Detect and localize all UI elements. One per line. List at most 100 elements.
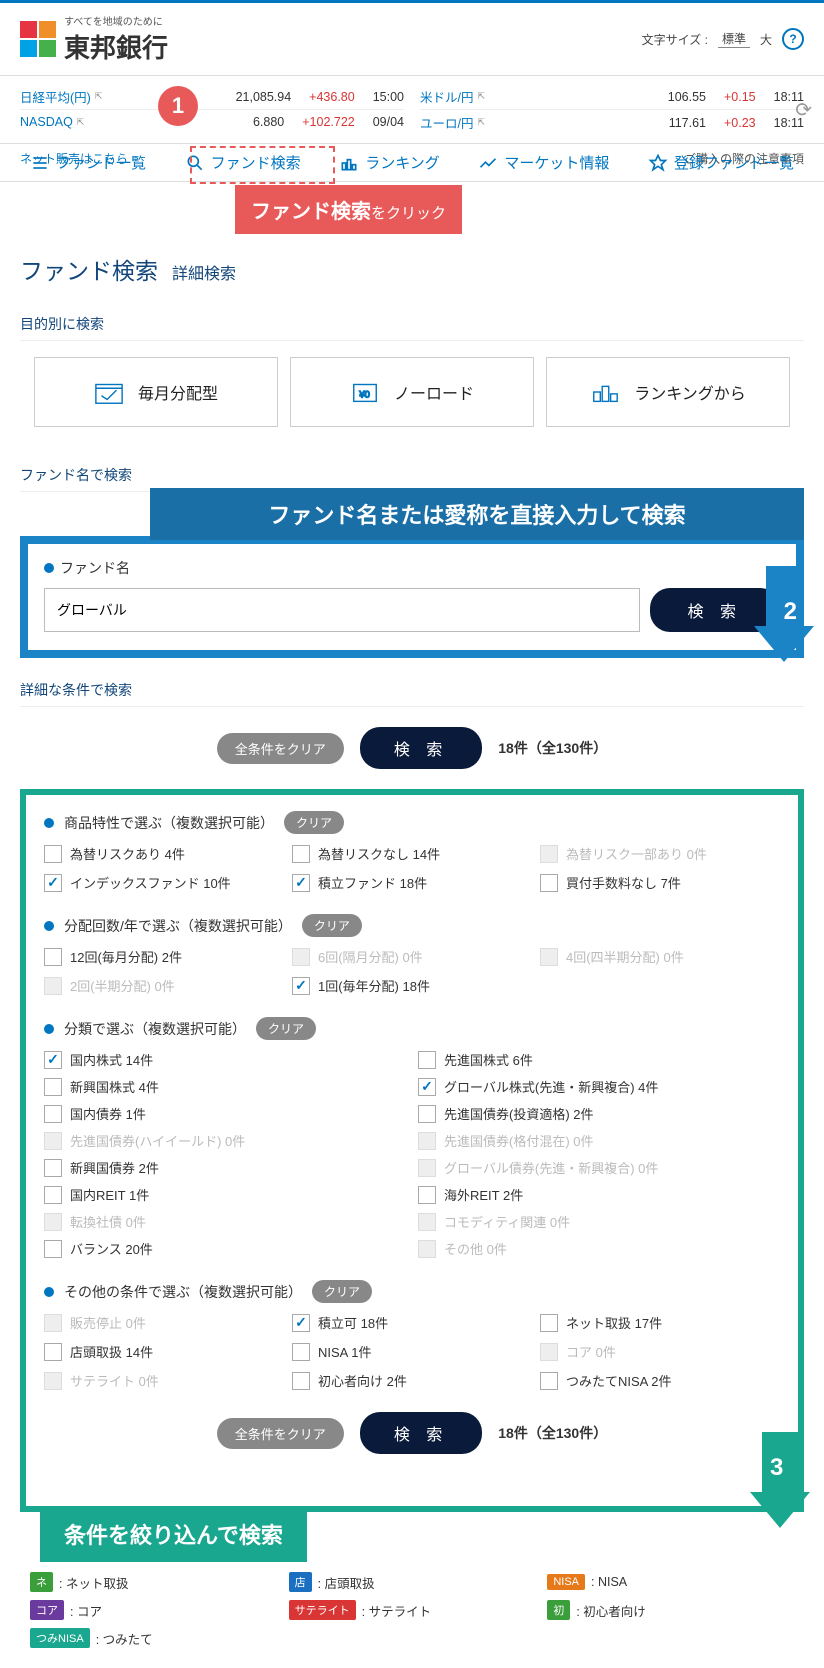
filter-option-label: 初心者向け 2件 bbox=[318, 1371, 407, 1390]
svg-text:¥0: ¥0 bbox=[358, 390, 369, 400]
external-link-icon: ⇱ bbox=[477, 117, 485, 128]
filter-option-label: つみたてNISA 2件 bbox=[566, 1371, 671, 1390]
filter-option[interactable]: 積立ファンド 18件 bbox=[292, 873, 532, 892]
checkbox-icon[interactable] bbox=[292, 1314, 310, 1332]
checkbox-icon[interactable] bbox=[418, 1051, 436, 1069]
checkbox-icon[interactable] bbox=[292, 1372, 310, 1390]
checkbox-icon bbox=[418, 1240, 436, 1258]
checkbox-icon bbox=[418, 1132, 436, 1150]
search-bottom[interactable]: 検 索 bbox=[360, 1412, 482, 1454]
search-top[interactable]: 検 索 bbox=[360, 727, 482, 769]
checkbox-icon[interactable] bbox=[540, 874, 558, 892]
checkbox-icon[interactable] bbox=[44, 948, 62, 966]
checkbox-icon[interactable] bbox=[44, 1051, 62, 1069]
filter-option-label: 先進国株式 6件 bbox=[444, 1050, 533, 1069]
filter-option[interactable]: 海外REIT 2件 bbox=[418, 1185, 780, 1204]
filter-option[interactable]: ネット取扱 17件 bbox=[540, 1313, 780, 1332]
filter-option[interactable]: 先進国株式 6件 bbox=[418, 1050, 780, 1069]
market-ticker: 日経平均(円) ⇱ 21,085.94+436.8015:00 NASDAQ ⇱… bbox=[0, 75, 824, 144]
filter-option[interactable]: 新興国債券 2件 bbox=[44, 1158, 406, 1177]
legend-tag: コア bbox=[30, 1600, 64, 1620]
checkbox-icon[interactable] bbox=[540, 1314, 558, 1332]
checkbox-icon bbox=[44, 1314, 62, 1332]
checkbox-icon[interactable] bbox=[44, 1343, 62, 1361]
checkbox-icon[interactable] bbox=[418, 1186, 436, 1204]
filter-option-label: 転換社債 0件 bbox=[70, 1212, 146, 1231]
checkbox-icon[interactable] bbox=[44, 845, 62, 863]
checkbox-icon[interactable] bbox=[418, 1078, 436, 1096]
filter-option[interactable]: 初心者向け 2件 bbox=[292, 1371, 532, 1390]
filter-option-label: 4回(四半期分配) 0件 bbox=[566, 947, 684, 966]
filter-option[interactable]: NISA 1件 bbox=[292, 1342, 532, 1361]
filter-option[interactable]: つみたてNISA 2件 bbox=[540, 1371, 780, 1390]
market-name[interactable]: 米ドル/円 ⇱ bbox=[420, 87, 485, 106]
checkbox-icon[interactable] bbox=[44, 1078, 62, 1096]
checkbox-icon[interactable] bbox=[44, 1186, 62, 1204]
filter-option[interactable]: 1回(毎年分配) 18件 bbox=[292, 976, 532, 995]
external-link-icon: ⇱ bbox=[477, 91, 485, 102]
filter-option[interactable]: 積立可 18件 bbox=[292, 1313, 532, 1332]
filter-option-label: 先進国債券(投資適格) 2件 bbox=[444, 1104, 594, 1123]
checkbox-icon[interactable] bbox=[292, 977, 310, 995]
legend-item: 初: 初心者向け bbox=[547, 1600, 794, 1620]
filter-option-label: 国内REIT 1件 bbox=[70, 1185, 149, 1204]
text-size-label: 文字サイズ : bbox=[642, 31, 708, 48]
filter-option-label: 先進国債券(格付混在) 0件 bbox=[444, 1131, 594, 1150]
checkbox-icon[interactable] bbox=[540, 1372, 558, 1390]
text-size-large[interactable]: 大 bbox=[760, 31, 772, 48]
market-name[interactable]: 日経平均(円) ⇱ bbox=[20, 87, 102, 106]
market-name[interactable]: NASDAQ ⇱ bbox=[20, 115, 84, 129]
filter-option[interactable]: 店頭取扱 14件 bbox=[44, 1342, 284, 1361]
checkbox-icon bbox=[418, 1159, 436, 1177]
checkbox-icon[interactable] bbox=[418, 1105, 436, 1123]
nav-registered-funds[interactable]: 登録ファンド一覧 bbox=[648, 152, 794, 173]
bank-tagline: すべてを地域のために bbox=[64, 13, 168, 28]
nav-fund-list[interactable]: ファンド一覧 bbox=[30, 152, 146, 173]
annotation-callout-3: 条件を絞り込んで検索 bbox=[40, 1506, 307, 1562]
market-time: 09/04 bbox=[373, 115, 404, 129]
checkbox-icon[interactable] bbox=[292, 1343, 310, 1361]
filter-option[interactable]: 新興国株式 4件 bbox=[44, 1077, 406, 1096]
market-name[interactable]: ユーロ/円 ⇱ bbox=[420, 113, 485, 132]
fundname-input[interactable] bbox=[44, 588, 640, 632]
filter-option[interactable]: 国内REIT 1件 bbox=[44, 1185, 406, 1204]
refresh-icon[interactable]: ⟳ bbox=[795, 97, 812, 122]
filter-option[interactable]: 国内株式 14件 bbox=[44, 1050, 406, 1069]
filter-clear-button[interactable]: クリア bbox=[302, 914, 362, 937]
filter-option[interactable]: バランス 20件 bbox=[44, 1239, 406, 1258]
checkbox-icon[interactable] bbox=[44, 1159, 62, 1177]
nav-market-info[interactable]: マーケット情報 bbox=[478, 152, 609, 173]
checkbox-icon[interactable] bbox=[44, 874, 62, 892]
annotation-arrow-2: 2 bbox=[752, 566, 812, 666]
purpose-monthly[interactable]: 毎月分配型 bbox=[34, 357, 278, 427]
checkbox-icon[interactable] bbox=[292, 874, 310, 892]
filter-clear-button[interactable]: クリア bbox=[284, 811, 344, 834]
market-value: 21,085.94 bbox=[236, 90, 292, 104]
filter-option[interactable]: インデックスファンド 10件 bbox=[44, 873, 284, 892]
help-icon[interactable]: ? bbox=[782, 28, 804, 50]
purpose-noload[interactable]: ¥0ノーロード bbox=[290, 357, 534, 427]
filter-option[interactable]: 為替リスクなし 14件 bbox=[292, 844, 532, 863]
result-count-top: 18件（全130件） bbox=[498, 738, 607, 758]
filter-clear-button[interactable]: クリア bbox=[256, 1017, 316, 1040]
checkbox-icon[interactable] bbox=[44, 1240, 62, 1258]
filter-option[interactable]: 12回(毎月分配) 2件 bbox=[44, 947, 284, 966]
text-size-standard[interactable]: 標準 bbox=[718, 30, 750, 48]
filter-option[interactable]: 買付手数料なし 7件 bbox=[540, 873, 780, 892]
legend-tag: ネ bbox=[30, 1572, 53, 1592]
checkbox-icon[interactable] bbox=[292, 845, 310, 863]
market-value: 106.55 bbox=[668, 90, 706, 104]
filter-option: その他 0件 bbox=[418, 1239, 780, 1258]
filter-option[interactable]: グローバル株式(先進・新興複合) 4件 bbox=[418, 1077, 780, 1096]
purpose-ranking[interactable]: ランキングから bbox=[546, 357, 790, 427]
filter-clear-button[interactable]: クリア bbox=[312, 1280, 372, 1303]
market-change: +436.80 bbox=[309, 90, 355, 104]
clear-all-top[interactable]: 全条件をクリア bbox=[217, 733, 344, 764]
filter-option[interactable]: 為替リスクあり 4件 bbox=[44, 844, 284, 863]
filter-option[interactable]: 国内債券 1件 bbox=[44, 1104, 406, 1123]
checkbox-icon[interactable] bbox=[44, 1105, 62, 1123]
filter-option[interactable]: 先進国債券(投資適格) 2件 bbox=[418, 1104, 780, 1123]
nav-ranking[interactable]: ランキング bbox=[339, 152, 440, 173]
legend-tag: NISA bbox=[547, 1574, 585, 1590]
clear-all-bottom[interactable]: 全条件をクリア bbox=[217, 1418, 344, 1449]
